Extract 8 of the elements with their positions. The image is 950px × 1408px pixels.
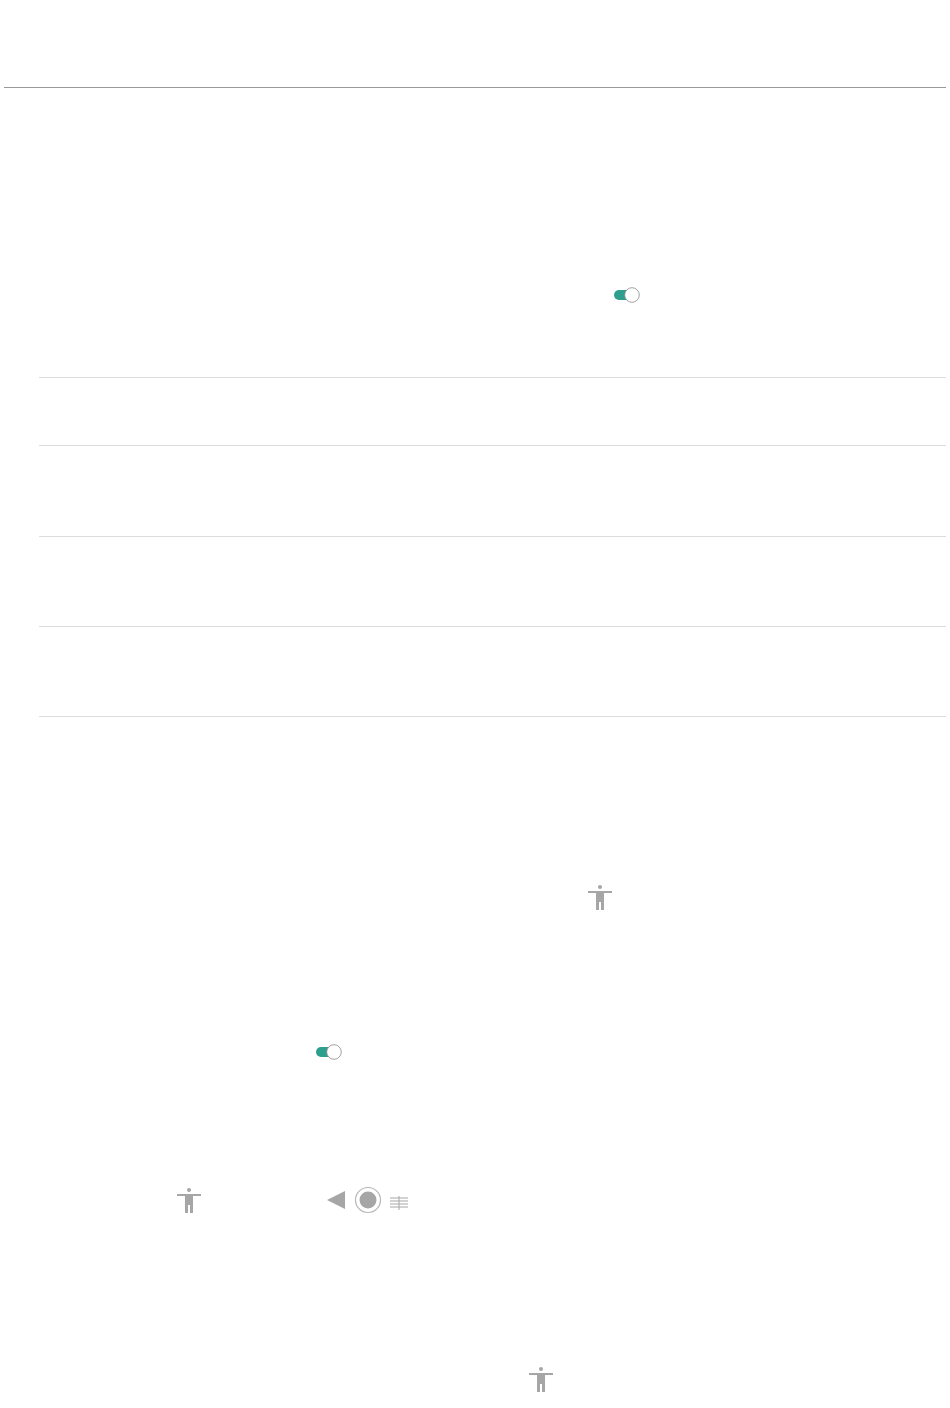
home-circle-icon: [354, 1186, 382, 1214]
accessibility-icon: [177, 1187, 201, 1213]
toggle-switch[interactable]: [613, 287, 641, 303]
lines-icon: [390, 1196, 408, 1210]
back-triangle-icon: [326, 1190, 346, 1210]
accessibility-icon: [529, 1366, 553, 1392]
accessibility-icon: [588, 884, 612, 910]
toggle-switch[interactable]: [315, 1044, 343, 1060]
